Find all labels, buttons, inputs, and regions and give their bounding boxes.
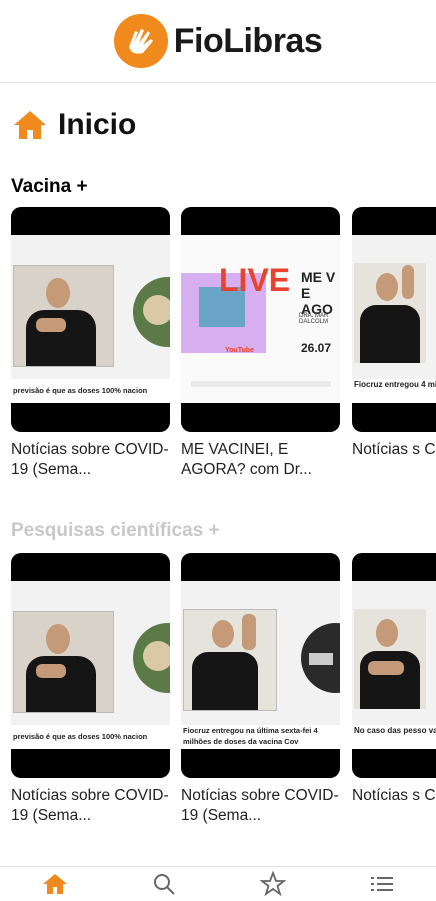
video-title[interactable]: Notícias s COVID-19 xyxy=(352,786,436,806)
video-thumbnail[interactable]: Fiocruz entregou na última sexta-fei 4 m… xyxy=(181,553,340,778)
section-title[interactable]: Pesquisas científicas + xyxy=(11,520,220,542)
vaccine-circle xyxy=(301,623,340,693)
video-title[interactable]: Notícias sobre COVID-19 (Sema... xyxy=(11,786,176,826)
search-icon xyxy=(153,874,175,895)
presenter-frame xyxy=(354,609,426,709)
video-title[interactable]: Notícias sobre COVID-19 (Sema... xyxy=(181,786,346,826)
nav-menu[interactable] xyxy=(352,867,412,901)
page-title: Inicio xyxy=(58,108,137,141)
presenter-frame xyxy=(183,609,277,711)
video-title[interactable]: Notícias sobre COVID-19 (Sema... xyxy=(11,440,176,480)
video-caption: Fiocruz entregou na última sexta-fei 4 m… xyxy=(181,725,340,749)
nav-search[interactable] xyxy=(134,867,194,901)
nav-home[interactable] xyxy=(25,867,85,901)
poster-date: 26.07 xyxy=(301,341,332,355)
presenter-frame xyxy=(13,265,114,367)
app-title: FioLibras xyxy=(173,21,323,60)
sponsor-strip xyxy=(191,381,331,387)
page-heading: Inicio xyxy=(12,108,136,142)
hand-logo-icon xyxy=(113,14,168,68)
plant-circle xyxy=(133,623,170,693)
poster-host: DRA. MAR DALCOLM xyxy=(299,313,329,325)
video-caption: previsão é que as doses 100% nacion xyxy=(11,379,170,403)
plant-circle xyxy=(133,277,170,347)
youtube-label: YouTube xyxy=(225,347,254,354)
star-icon xyxy=(259,871,286,897)
presenter-frame xyxy=(13,611,114,713)
presenter-frame xyxy=(354,263,426,363)
home-icon xyxy=(42,874,67,894)
poster-live-text: LIVE xyxy=(219,262,291,298)
video-title[interactable]: ME VACINEI, E AGORA? com Dr... xyxy=(181,440,346,480)
video-thumbnail[interactable]: previsão é que as doses 100% nacion xyxy=(11,207,170,432)
app-header: FioLibras xyxy=(0,0,436,83)
video-thumbnail[interactable]: previsão é que as doses 100% nacion xyxy=(11,553,170,778)
video-carousel[interactable]: previsão é que as doses 100% nacion Notí… xyxy=(11,553,436,843)
video-caption: previsão é que as doses 100% nacion xyxy=(11,725,170,749)
video-carousel[interactable]: previsão é que as doses 100% nacion Notí… xyxy=(11,207,436,497)
home-icon xyxy=(14,111,46,139)
video-caption: Fiocruz entregou 4 milhões de d xyxy=(352,379,436,403)
nav-favorites[interactable] xyxy=(243,867,303,901)
list-icon xyxy=(370,877,393,891)
video-thumbnail[interactable]: LIVE ME V E AGO DRA. MAR DALCOLM 26.07 Y… xyxy=(181,207,340,432)
video-caption: No caso das pesso variantes Gama, la xyxy=(352,725,436,749)
poster-heading: ME V E AGO xyxy=(301,269,336,317)
video-thumbnail[interactable]: Fiocruz entregou 4 milhões de d xyxy=(352,207,436,432)
video-title[interactable]: Notícias s COVID-19 xyxy=(352,440,436,460)
bottom-nav xyxy=(0,866,436,901)
video-thumbnail[interactable]: No caso das pesso variantes Gama, la xyxy=(352,553,436,778)
section-title[interactable]: Vacina + xyxy=(11,176,88,198)
